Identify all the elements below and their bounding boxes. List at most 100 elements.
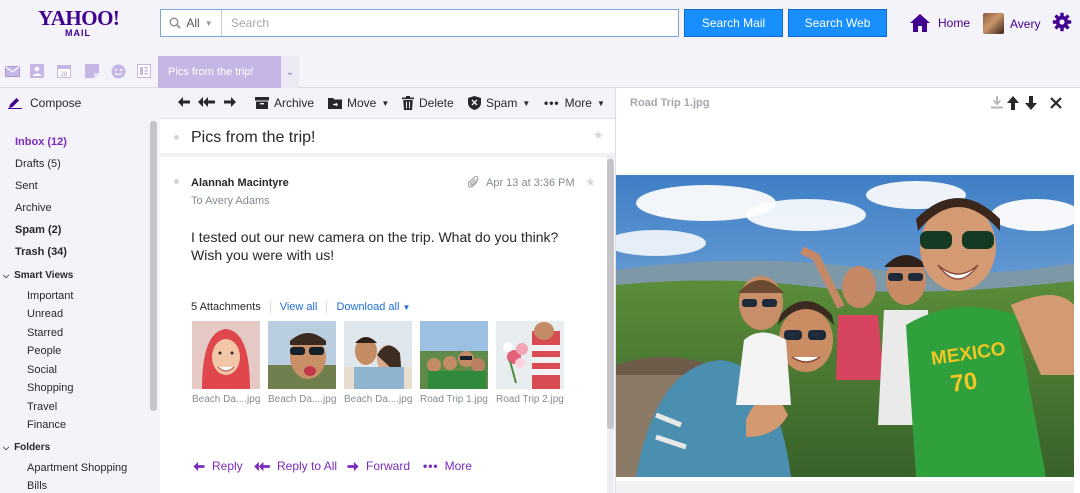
avatar: [983, 13, 1004, 34]
attachments-count: 5 Attachments: [191, 301, 261, 313]
more-actions-label: More: [444, 459, 472, 473]
message-scrollbar[interactable]: [607, 159, 614, 429]
folder-bills[interactable]: Bills: [27, 480, 47, 492]
search-scope-select[interactable]: All ▼: [161, 10, 222, 36]
sidebar-item-trash[interactable]: Trash (34): [15, 246, 67, 258]
arrow-down-icon[interactable]: [1024, 96, 1038, 110]
calendar-app-icon[interactable]: 28: [56, 63, 72, 79]
arrow-up-icon[interactable]: [1006, 96, 1020, 110]
trash-icon: [402, 96, 414, 110]
view-all-link[interactable]: View all: [280, 301, 318, 313]
smart-view-important[interactable]: Important: [27, 290, 73, 302]
tab-overflow-button[interactable]: ⌄: [281, 56, 299, 88]
attachment-thumbnail[interactable]: [268, 321, 336, 389]
sender-name[interactable]: Alannah Macintyre: [191, 177, 289, 189]
messenger-app-icon[interactable]: [110, 63, 126, 79]
smart-views-toggle[interactable]: ⌵ Smart Views: [3, 270, 73, 281]
spam-button[interactable]: Spam ▼: [468, 96, 530, 110]
shield-icon: [468, 96, 481, 110]
sidebar-item-archive[interactable]: Archive: [15, 202, 52, 214]
contacts-app-icon[interactable]: [29, 63, 45, 79]
recipient-line: To Avery Adams: [191, 195, 270, 207]
mail-app-icon[interactable]: [4, 63, 20, 79]
attachment-name: Road Trip 1.jpg: [420, 394, 488, 405]
forward-button[interactable]: Forward: [346, 459, 410, 473]
message-date: Apr 13 at 3:36 PM: [468, 176, 575, 189]
attachment-thumbnail[interactable]: [192, 321, 260, 389]
attachment-preview-image[interactable]: MEXICO 70: [616, 175, 1074, 477]
forward-icon: [347, 461, 359, 471]
home-link[interactable]: Home: [909, 13, 970, 33]
smart-view-unread[interactable]: Unread: [27, 308, 63, 320]
reply-icon: [193, 461, 205, 471]
user-profile-link[interactable]: Avery: [983, 13, 1040, 34]
star-icon[interactable]: ★: [593, 128, 604, 142]
reply-button[interactable]: Reply: [192, 459, 243, 473]
date-text: Apr 13 at 3:36 PM: [486, 176, 575, 189]
more-actions-button[interactable]: ••• More: [423, 459, 472, 473]
delete-button[interactable]: Delete: [402, 96, 454, 110]
forward-toolbar-button[interactable]: [223, 96, 237, 108]
search-mail-button[interactable]: Search Mail: [684, 9, 783, 37]
chevron-down-icon: ▼: [596, 98, 605, 108]
download-all-link[interactable]: Download all ▼: [336, 301, 410, 313]
chevron-down-icon: ⌄: [285, 66, 295, 78]
smart-view-shopping[interactable]: Shopping: [27, 382, 74, 394]
svg-text:28: 28: [61, 72, 68, 78]
sidebar-item-inbox[interactable]: Inbox (12): [15, 136, 67, 148]
attachment-name: Beach Da....jpg: [192, 394, 261, 405]
reply-all-toolbar-button[interactable]: [198, 96, 216, 108]
reply-all-label: Reply to All: [277, 459, 338, 473]
newsfeed-app-icon[interactable]: [136, 63, 152, 79]
search-web-button[interactable]: Search Web: [788, 9, 887, 37]
reply-all-button[interactable]: Reply to All: [254, 459, 337, 473]
yahoo-mail-logo[interactable]: YAHOO! MAIL: [38, 8, 120, 39]
move-button[interactable]: Move ▼: [328, 96, 389, 110]
download-all-label: Download all: [336, 301, 400, 313]
smart-view-finance[interactable]: Finance: [27, 419, 66, 431]
unread-dot[interactable]: [174, 179, 179, 184]
notepad-app-icon[interactable]: [84, 63, 100, 79]
delete-label: Delete: [419, 96, 454, 110]
close-icon[interactable]: [1049, 96, 1063, 110]
sidebar-item-spam[interactable]: Spam (2): [15, 224, 61, 236]
attachment-thumbnail[interactable]: [496, 321, 564, 389]
message-toolbar: Archive Move ▼ Delete Spam ▼ ••• More ▼: [160, 88, 616, 119]
reply-all-icon: [254, 461, 270, 471]
compose-label: Compose: [30, 96, 82, 110]
gear-icon[interactable]: [1052, 12, 1072, 32]
download-icon[interactable]: [990, 96, 1004, 110]
attachment-name: Road Trip 2.jpg: [496, 394, 564, 405]
reply-toolbar-button[interactable]: [177, 96, 191, 108]
sidebar-item-drafts[interactable]: Drafts (5): [15, 158, 61, 170]
compose-button[interactable]: Compose: [8, 96, 81, 110]
folders-toggle[interactable]: ⌵ Folders: [3, 442, 50, 453]
folders-heading: Folders: [14, 442, 51, 453]
star-icon[interactable]: ★: [585, 175, 596, 189]
smart-view-social[interactable]: Social: [27, 364, 57, 376]
sidebar-scrollbar[interactable]: [150, 121, 157, 411]
folder-apartment-shopping[interactable]: Apartment Shopping: [27, 462, 127, 474]
smart-view-travel[interactable]: Travel: [27, 401, 57, 413]
reply-all-icon: [198, 97, 215, 107]
sidebar-item-sent[interactable]: Sent: [15, 180, 38, 192]
smart-views-heading: Smart Views: [14, 270, 74, 281]
tab-message[interactable]: Pics from the trip!: [158, 56, 281, 88]
forward-icon: [224, 97, 236, 107]
preview-title: Road Trip 1.jpg: [630, 97, 710, 109]
search-input[interactable]: [222, 10, 678, 36]
forward-label: Forward: [366, 459, 411, 473]
attachments-header: 5 Attachments View all Download all ▼: [191, 301, 410, 313]
top-header: YAHOO! MAIL All ▼ Search Mail Search Web…: [0, 0, 1080, 54]
attachment-thumbnail[interactable]: [420, 321, 488, 389]
archive-button[interactable]: Archive: [255, 96, 314, 110]
chevron-down-icon: ▼: [522, 98, 531, 108]
more-toolbar-button[interactable]: ••• More ▼: [544, 96, 605, 110]
unread-dot[interactable]: [174, 135, 179, 140]
smart-view-starred[interactable]: Starred: [27, 327, 63, 339]
attachment-thumbnail[interactable]: [344, 321, 412, 389]
divider: [269, 301, 271, 313]
home-label: Home: [938, 16, 971, 30]
smart-view-people[interactable]: People: [27, 345, 61, 357]
chevron-down-icon: ▼: [204, 18, 213, 28]
